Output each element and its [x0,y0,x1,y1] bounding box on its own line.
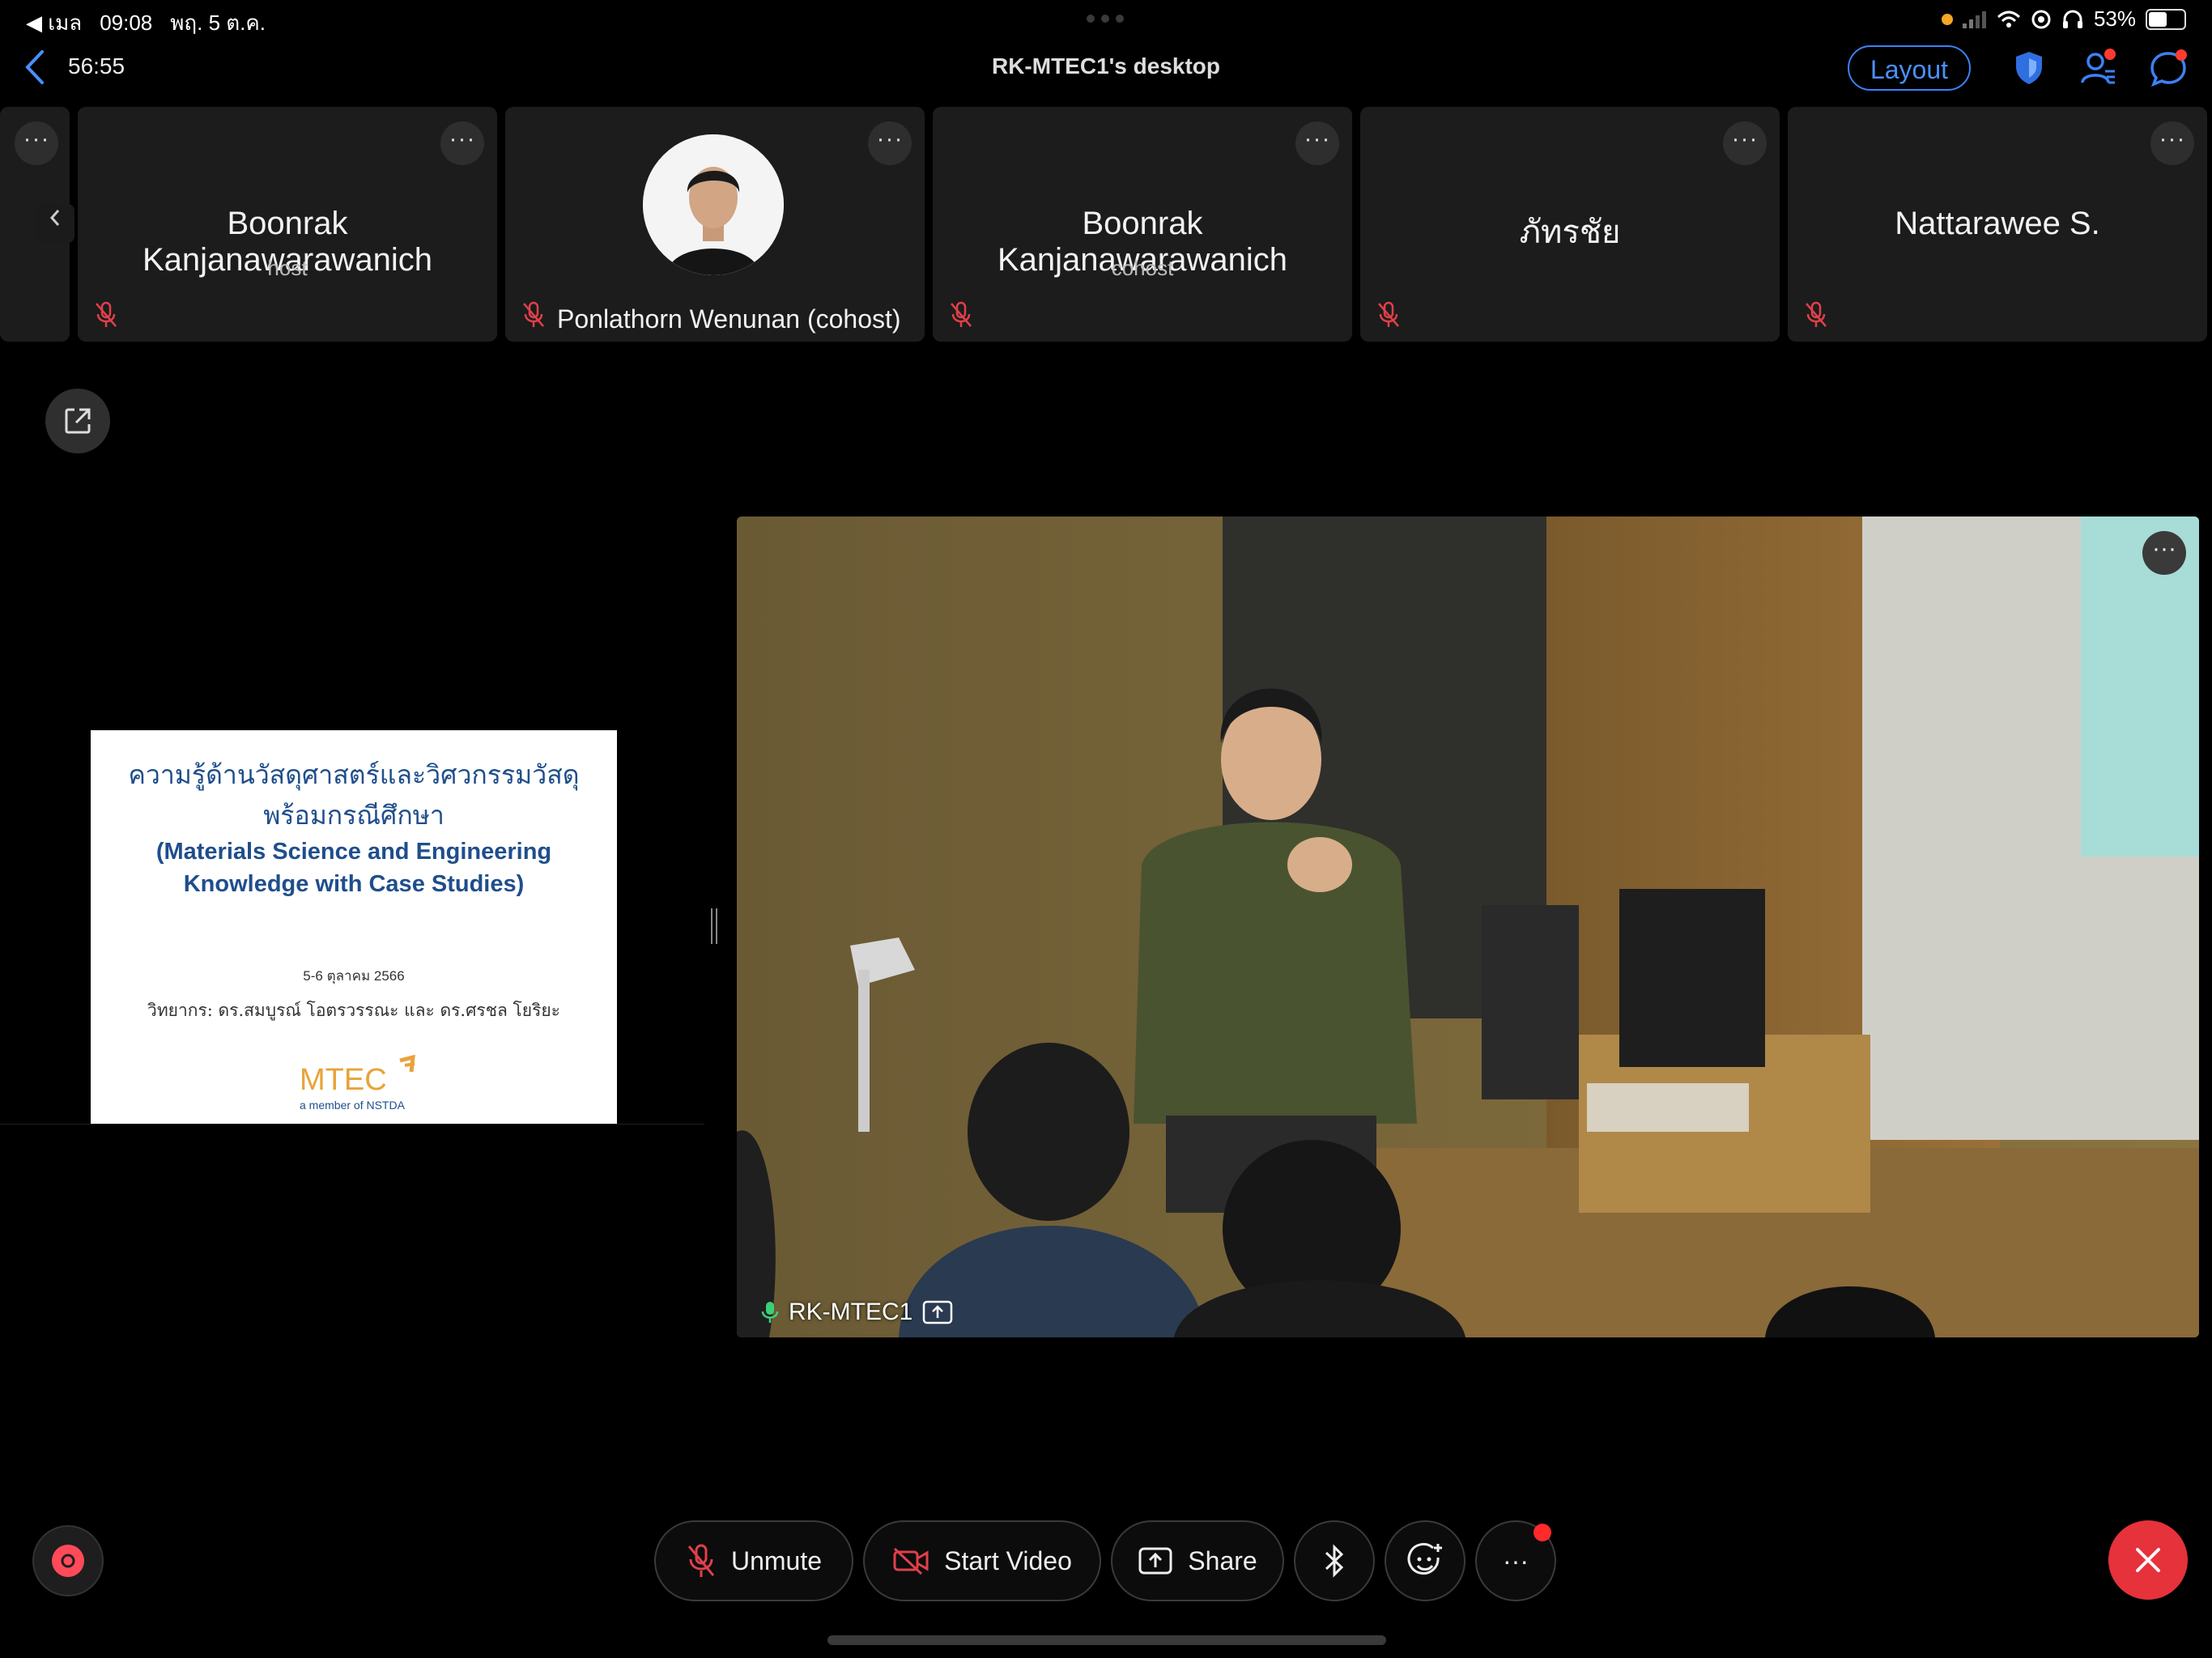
bluetooth-button[interactable] [1294,1520,1375,1601]
sharing-indicator-icon [923,1300,953,1324]
participant-tile[interactable]: ··· Ponlathorn Wenunan (cohost) [505,107,925,342]
slide-title-thai: ความรู้ด้านวัสดุศาสตร์และวิศวกรรมวัสดุ พ… [128,759,580,831]
participant-name: ภัทรชัย [1519,215,1621,250]
bluetooth-icon [1325,1544,1344,1578]
reactions-button[interactable] [1385,1520,1465,1601]
home-indicator[interactable] [827,1635,1386,1645]
chevron-left-icon [49,210,60,226]
mic-active-icon [761,1302,779,1323]
slide-title-english: (Materials Science and Engineering Knowl… [155,839,552,897]
video-off-icon [893,1547,929,1575]
video-name-label: RK-MTEC1 [761,1299,953,1326]
muted-mic-icon [96,301,117,327]
video-more-button[interactable]: ··· [2142,531,2186,575]
participant-avatar [643,134,784,275]
status-bar: ◀ เมล 09:08 พฤ. 5 ต.ค. 53% [0,0,2212,39]
back-to-app-link[interactable]: ◀ เมล [26,6,82,40]
participant-tile[interactable]: ··· Nattarawee S. [1788,107,2207,342]
wifi-icon [1997,11,2020,28]
share-button[interactable]: Share [1111,1520,1284,1601]
tile-more-button[interactable]: ··· [2150,121,2194,165]
status-time: 09:08 [100,11,153,35]
video-frame [737,517,2199,1337]
muted-mic-icon [523,301,544,327]
record-button[interactable] [32,1525,104,1596]
slide-speaker: วิทยากร: ดร.สมบูรณ์ โอตรวรรณะ และ ดร.ศรช… [147,1001,560,1020]
record-icon [52,1545,84,1577]
share-label: Share [1188,1545,1257,1575]
start-video-label: Start Video [944,1545,1072,1575]
slide-date: 5-6 ตุลาคม 2566 [303,968,405,984]
share-screen-icon [1138,1547,1172,1575]
svg-text:a member of NSTDA: a member of NSTDA [300,1099,406,1112]
tile-more-button[interactable]: ··· [1295,121,1339,165]
tile-more-button[interactable]: ··· [1723,121,1767,165]
tile-more-button[interactable]: ··· [440,121,484,165]
participant-name: Nattarawee S. [1895,206,2100,241]
muted-mic-icon [951,301,972,327]
emoji-add-icon [1407,1542,1442,1575]
close-icon [2136,1548,2160,1572]
participant-tile[interactable]: ··· Boonrak Kanjanawarawanich host [78,107,497,342]
pane-splitter-handle[interactable] [711,908,717,944]
chat-icon[interactable] [2147,47,2189,89]
more-options-glyph: ··· [1503,1545,1529,1575]
muted-mic-icon [687,1544,715,1577]
mtec-logo: MTEC a member of NSTDA [287,1052,432,1117]
leave-meeting-button[interactable] [2108,1520,2188,1600]
participant-tile[interactable]: ··· ภัทรชัย [1360,107,1780,342]
tile-more-button[interactable]: ··· [15,121,58,165]
status-date: พฤ. 5 ต.ค. [170,11,266,35]
start-video-button[interactable]: Start Video [863,1520,1101,1601]
unmute-button[interactable]: Unmute [654,1520,853,1601]
muted-mic-icon [1378,301,1399,327]
video-participant-name: RK-MTEC1 [789,1299,913,1325]
participants-icon[interactable] [2078,47,2120,89]
battery-percent: 53% [2093,6,2136,31]
participant-role: cohost [1111,256,1174,280]
screen-lock-icon [2031,10,2051,28]
external-open-icon [65,408,91,434]
participant-name: Ponlathorn Wenunan (cohost) [557,304,901,334]
layout-button[interactable]: Layout [1848,45,1971,91]
more-options-notification-badge [1534,1524,1551,1541]
tile-more-button[interactable]: ··· [868,121,912,165]
multitask-grabber[interactable] [1087,15,1124,23]
unmute-label: Unmute [730,1545,823,1575]
muted-mic-icon [1806,301,1827,327]
security-shield-icon[interactable] [2008,47,2050,89]
mic-in-use-indicator [1941,13,1953,25]
svg-text:MTEC: MTEC [300,1063,387,1097]
battery-icon [2146,8,2186,30]
participant-tile[interactable]: ··· Boonrak Kanjanawarawanich cohost [933,107,1352,342]
shared-content-slide[interactable]: ความรู้ด้านวัสดุศาสตร์และวิศวกรรมวัสดุ พ… [91,730,617,1124]
cellular-signal-icon [1962,11,1986,28]
popout-share-button[interactable] [45,389,110,453]
strip-scroll-left-button[interactable] [36,204,74,243]
participant-role: host [267,256,308,280]
active-speaker-video[interactable]: ··· RK-MTEC1 [737,517,2199,1337]
headphones-icon [2062,10,2082,28]
